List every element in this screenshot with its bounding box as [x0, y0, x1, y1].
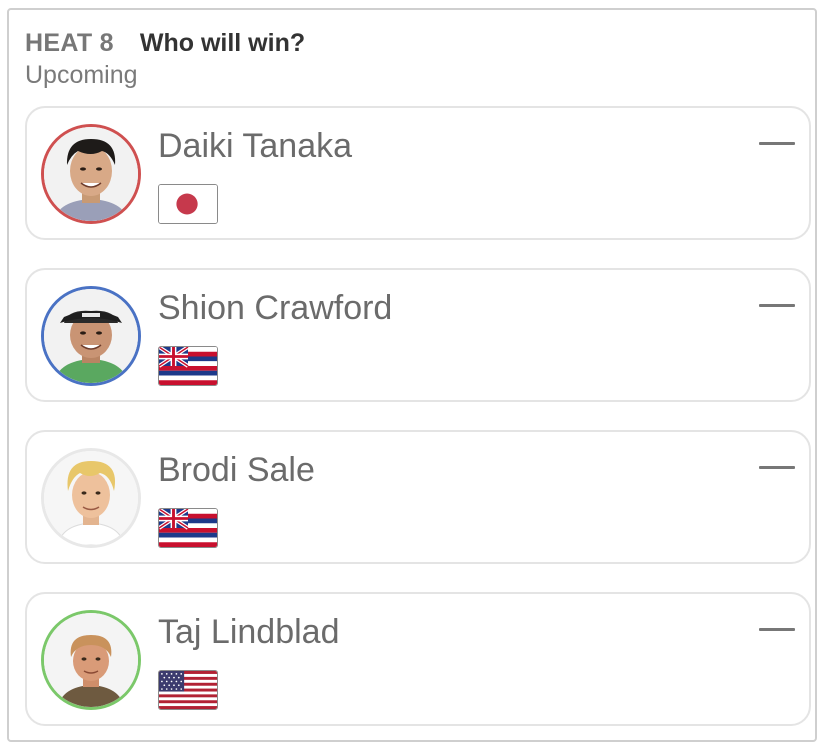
surfer-name: Shion Crawford [158, 289, 393, 327]
surfer-avatar [41, 286, 141, 386]
heat-question: Who will win? [139, 29, 306, 57]
surfer-card-shion-crawford[interactable]: Shion Crawford [25, 268, 811, 402]
heat-header: HEAT 8 Who will win? Upcoming [25, 28, 305, 90]
surfer-card-brodi-sale[interactable]: Brodi Sale [25, 430, 811, 564]
no-pick-dash-icon[interactable] [759, 628, 795, 631]
no-pick-dash-icon[interactable] [759, 466, 795, 469]
japan-flag-icon [158, 184, 218, 224]
no-pick-dash-icon[interactable] [759, 142, 795, 145]
surfer-name: Daiki Tanaka [158, 127, 353, 165]
surfer-name: Taj Lindblad [158, 613, 340, 651]
surfer-name: Brodi Sale [158, 451, 315, 489]
no-pick-dash-icon[interactable] [759, 304, 795, 307]
usa-flag-icon [158, 670, 218, 710]
surfer-avatar [41, 448, 141, 548]
heat-panel: HEAT 8 Who will win? Upcoming Daiki Tana… [7, 8, 817, 742]
heat-label: HEAT 8 [25, 29, 114, 57]
hawaii-flag-icon [158, 346, 218, 386]
surfer-card-taj-lindblad[interactable]: Taj Lindblad [25, 592, 811, 726]
hawaii-flag-icon [158, 508, 218, 548]
heat-status: Upcoming [25, 61, 138, 89]
surfer-avatar [41, 610, 141, 710]
surfer-card-daiki-tanaka[interactable]: Daiki Tanaka [25, 106, 811, 240]
surfer-avatar [41, 124, 141, 224]
